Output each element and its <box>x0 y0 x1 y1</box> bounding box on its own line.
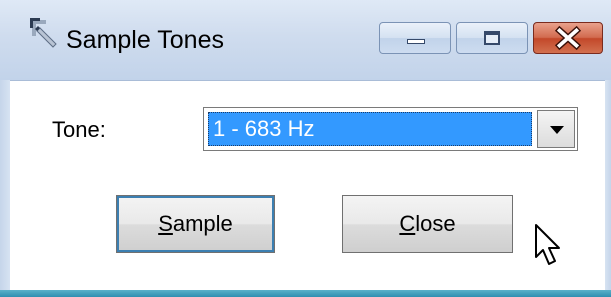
window-title: Sample Tones <box>66 26 224 54</box>
window-frame-left <box>0 80 10 297</box>
window-frame-bottom <box>0 290 611 297</box>
title-bar[interactable]: Sample Tones <box>0 0 611 81</box>
pen-icon <box>30 18 57 48</box>
sample-button-label: ample <box>172 211 233 236</box>
maximize-icon <box>484 31 500 45</box>
tone-select[interactable]: 1 - 683 Hz <box>203 107 578 151</box>
close-access-key: C <box>399 211 416 236</box>
tone-select-value: 1 - 683 Hz <box>208 112 532 146</box>
sample-access-key: S <box>158 211 173 236</box>
close-button[interactable]: Close <box>342 195 513 253</box>
close-icon <box>554 25 582 51</box>
mouse-cursor-icon <box>535 224 560 265</box>
sample-button[interactable]: Sample <box>116 195 275 253</box>
minimize-button[interactable] <box>379 22 451 54</box>
sample-tones-window: Sample Tones Tone: 1 - 683 Hz Sample Clo… <box>0 0 611 297</box>
window-frame-right <box>605 80 611 297</box>
minimize-icon <box>407 39 425 44</box>
close-window-button[interactable] <box>533 22 603 54</box>
tone-dropdown-button[interactable] <box>537 110 575 148</box>
tone-label: Tone: <box>52 117 106 142</box>
maximize-button[interactable] <box>456 22 528 54</box>
chevron-down-icon <box>550 126 564 134</box>
close-button-label: lose <box>415 211 456 236</box>
